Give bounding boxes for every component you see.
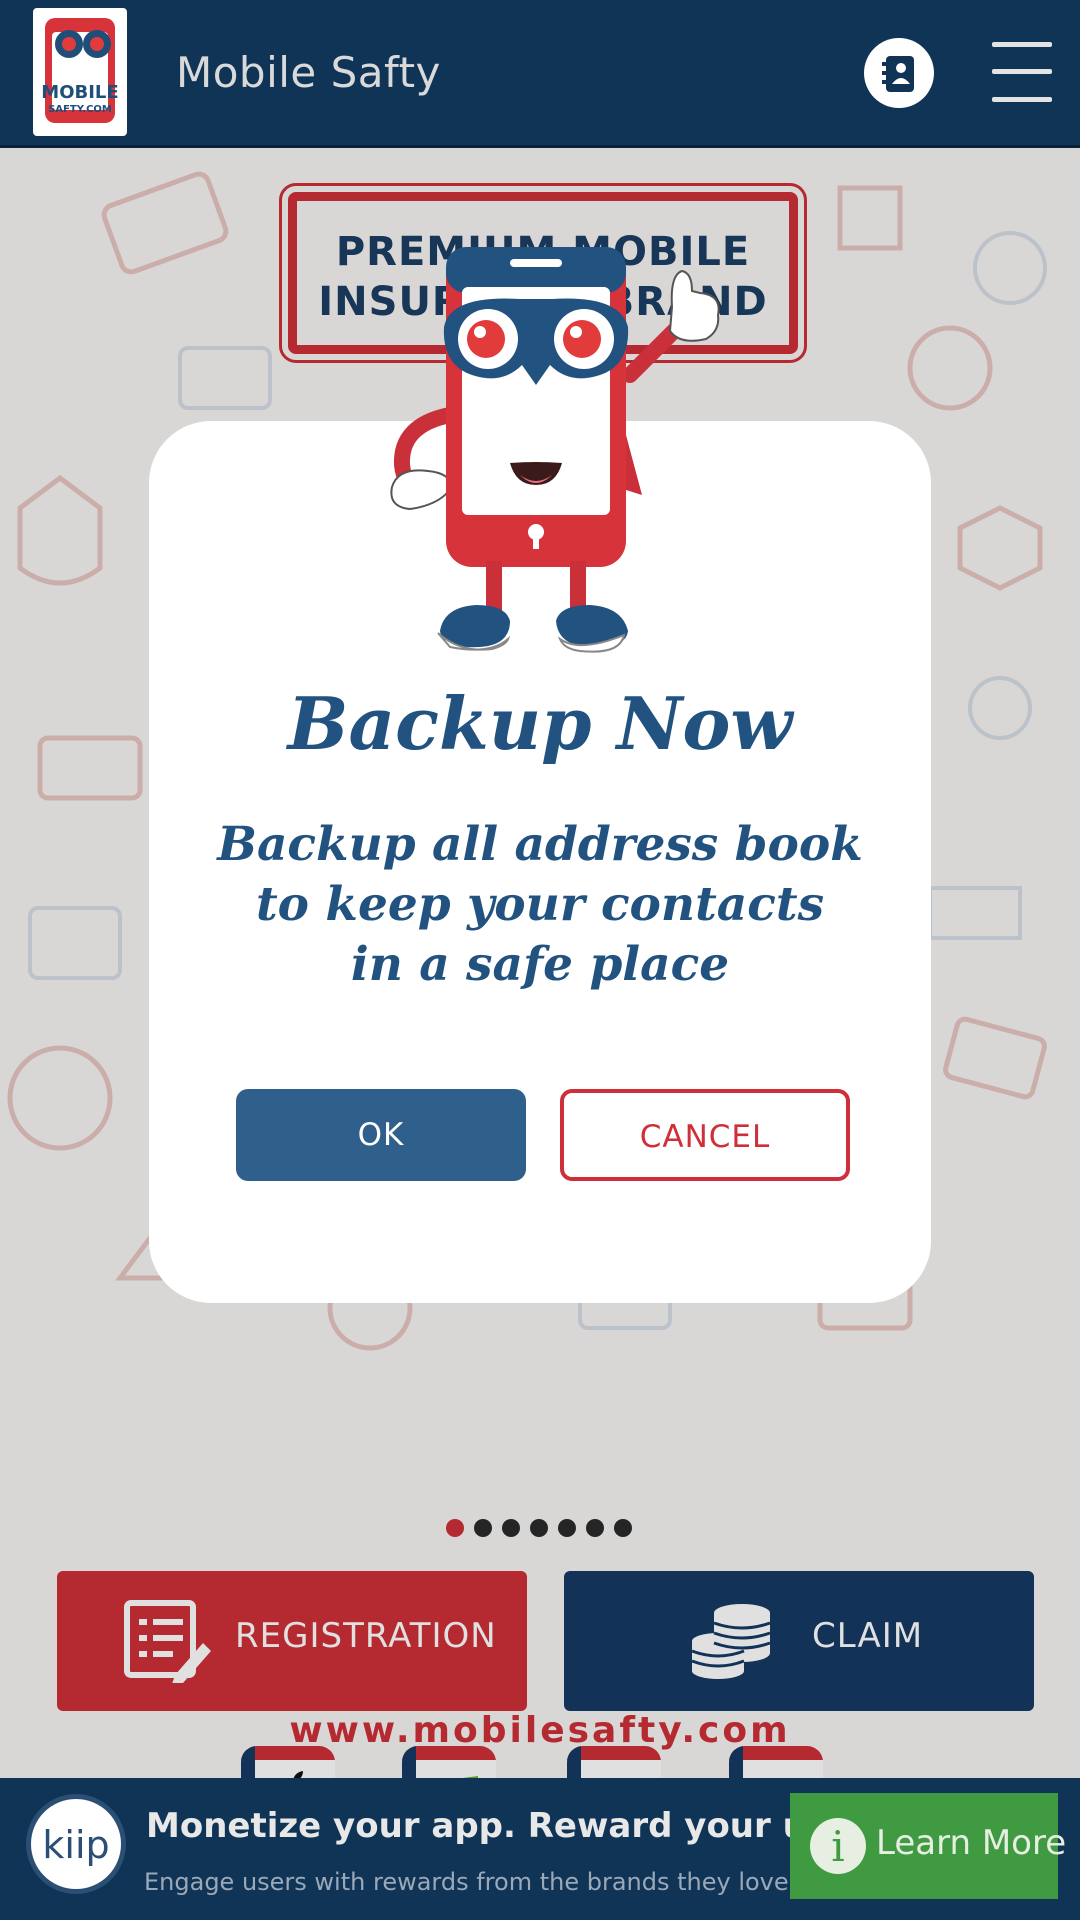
- contact-book-icon: [882, 56, 914, 92]
- dialog-title: Backup Now: [287, 681, 793, 766]
- ad-title: Monetize your app. Reward your users.: [146, 1806, 901, 1846]
- phone-mascot-illustration: [390, 247, 720, 653]
- dialog-message: Backup all address book to keep your con…: [149, 815, 931, 995]
- app-bar: MOBILE SAFTY.COM Mobile Safty: [0, 0, 1080, 148]
- app-title: Mobile Safty: [176, 48, 441, 97]
- app-logo[interactable]: MOBILE SAFTY.COM: [33, 8, 127, 136]
- logo-text: MOBILE: [41, 82, 119, 103]
- contact-book-button[interactable]: [864, 38, 934, 108]
- menu-button[interactable]: [992, 40, 1052, 104]
- logo-subtext: SAFTY.COM: [48, 104, 112, 115]
- cancel-button[interactable]: CANCEL: [560, 1089, 850, 1181]
- ad-subtitle: Engage users with rewards from the brand…: [144, 1868, 797, 1896]
- dialog-message-line: in a safe place: [350, 937, 730, 992]
- learn-more-label: Learn More: [876, 1823, 1067, 1863]
- kiip-logo: kiip: [26, 1794, 126, 1894]
- hamburger-menu-icon: [992, 42, 1052, 47]
- dialog-message-line: Backup all address book: [217, 817, 863, 872]
- learn-more-button[interactable]: i Learn More: [790, 1793, 1066, 1899]
- ad-banner[interactable]: kiip Monetize your app. Reward your user…: [0, 1778, 1080, 1920]
- ok-button[interactable]: OK: [236, 1089, 526, 1181]
- dialog-message-line: to keep your contacts: [255, 877, 825, 932]
- info-icon: i: [810, 1818, 866, 1874]
- kiip-logo-text: kiip: [42, 1823, 110, 1867]
